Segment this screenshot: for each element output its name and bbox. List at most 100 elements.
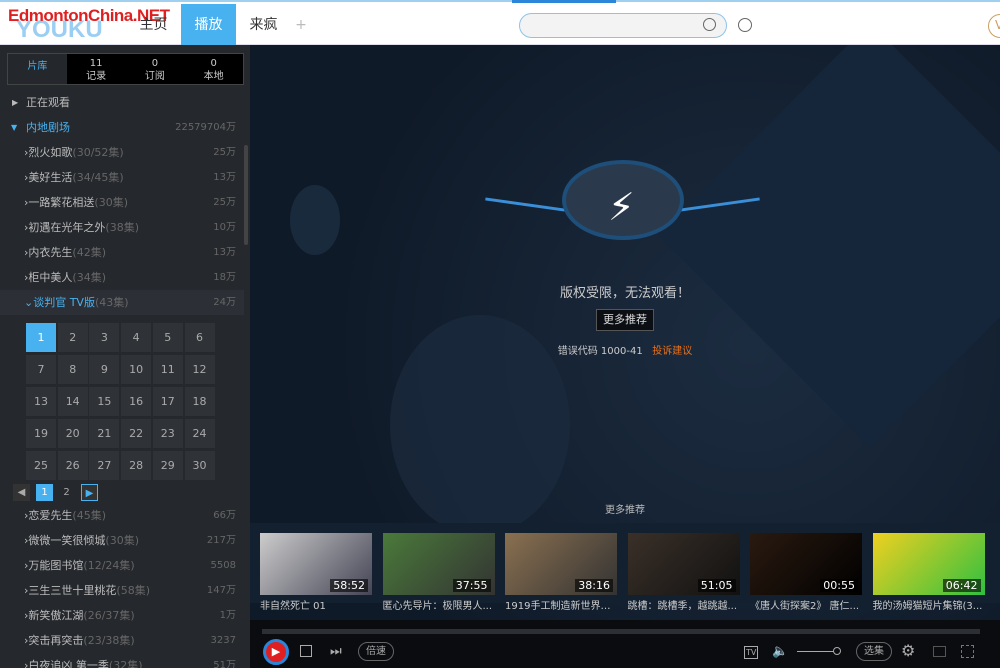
show-item[interactable]: ›三生三世十里桃花(58集) 147万 xyxy=(0,578,244,603)
show-views: 18万 xyxy=(213,272,236,283)
rec-thumbnail[interactable]: 58:52 xyxy=(260,533,372,595)
episode-button[interactable]: 18 xyxy=(184,387,215,416)
stop-icon[interactable] xyxy=(300,645,312,657)
show-item[interactable]: ›突击再突击(23/38集) 3237 xyxy=(0,628,244,653)
rec-title[interactable]: 1919手工制造新世界（... xyxy=(505,597,617,612)
show-item[interactable]: ›柜中美人(34集) 18万 xyxy=(0,265,244,290)
episode-button[interactable]: 10 xyxy=(121,355,152,384)
nav-play[interactable]: 播放 xyxy=(181,4,236,46)
rec-thumbnail[interactable]: 38:16 xyxy=(505,533,617,595)
settings-gear-icon[interactable]: ⚙ xyxy=(901,641,915,660)
rec-thumbnail[interactable]: 00:55 xyxy=(750,533,862,595)
show-item[interactable]: ›美好生活(34/45集) 13万 xyxy=(0,165,244,190)
volume-icon[interactable]: 🔈 xyxy=(772,644,788,659)
rec-item[interactable]: 58:52 非自然死亡 01 xyxy=(260,533,372,612)
nav-laifeng[interactable]: 来疯 xyxy=(236,4,291,46)
episode-button[interactable]: 30 xyxy=(184,451,215,480)
episode-button[interactable]: 2 xyxy=(57,323,88,352)
mini-window-icon[interactable] xyxy=(933,646,946,657)
episode-button[interactable]: 12 xyxy=(184,355,215,384)
episode-button[interactable]: 8 xyxy=(57,355,88,384)
episode-button[interactable]: 22 xyxy=(121,419,152,448)
episode-button[interactable]: 16 xyxy=(121,387,152,416)
show-item[interactable]: ›内衣先生(42集) 13万 xyxy=(0,240,244,265)
volume-knob[interactable] xyxy=(833,647,841,655)
show-item[interactable]: ›新笑傲江湖(26/37集) 1万 xyxy=(0,603,244,628)
episode-button[interactable]: 15 xyxy=(89,387,120,416)
episode-button[interactable]: 3 xyxy=(89,323,120,352)
prev-page-button[interactable]: ◀ xyxy=(13,484,30,501)
rec-thumbnail[interactable]: 37:55 xyxy=(382,533,495,595)
tree-watching[interactable]: ▶ 正在观看 xyxy=(0,90,244,115)
episode-button[interactable]: 19 xyxy=(26,419,56,448)
rec-title[interactable]: 匿心先导片：极限男人... xyxy=(383,597,495,612)
show-item[interactable]: ›白夜追凶 第一季(32集) 51万 xyxy=(0,653,244,668)
tv-cast-icon[interactable]: TV xyxy=(744,646,759,659)
next-page-button[interactable]: ▶ xyxy=(81,484,98,501)
episode-button[interactable]: 6 xyxy=(184,323,215,352)
episode-button[interactable]: 7 xyxy=(26,355,56,384)
tab-history[interactable]: 11 记录 xyxy=(67,54,126,84)
rec-thumbnail[interactable]: 06:42 xyxy=(872,533,985,595)
show-name: 烈火如歌 xyxy=(28,146,73,159)
episode-button[interactable]: 4 xyxy=(121,323,152,352)
rec-title[interactable]: 跳槽：跳槽季，越跳越... xyxy=(628,597,740,612)
video-player[interactable]: ⚡ 版权受限，无法观看！ 更多推荐 错误代码 1000-41 投诉建议 更多推荐… xyxy=(250,45,1000,668)
volume-slider[interactable] xyxy=(797,651,837,652)
show-item[interactable]: ›恋爱先生(45集) 66万 xyxy=(0,503,244,528)
show-item-selected[interactable]: ⌄谈判官 TV版(43集) 24万 xyxy=(0,290,244,315)
episode-button[interactable]: 9 xyxy=(89,355,120,384)
next-icon[interactable]: ⏭ xyxy=(330,644,342,659)
report-link[interactable]: 投诉建议 xyxy=(652,346,692,357)
rec-item[interactable]: 37:55 匿心先导片：极限男人... xyxy=(382,533,495,612)
episode-button[interactable]: 13 xyxy=(26,387,56,416)
episode-button[interactable]: 21 xyxy=(89,419,120,448)
more-recommend-button[interactable]: 更多推荐 xyxy=(596,309,654,331)
fullscreen-icon[interactable] xyxy=(961,645,974,658)
search-input[interactable] xyxy=(519,13,727,38)
play-button[interactable]: ▶ xyxy=(263,639,289,665)
add-tab-button[interactable]: + xyxy=(291,4,311,46)
show-item[interactable]: ›烈火如歌(30/52集) 25万 xyxy=(0,140,244,165)
progress-bar[interactable] xyxy=(262,629,980,634)
episode-button[interactable]: 24 xyxy=(184,419,215,448)
search-icon[interactable] xyxy=(703,18,716,31)
show-title: ⌄谈判官 TV版(43集) xyxy=(24,296,129,309)
rec-item[interactable]: 00:55 《唐人街探案2》 唐仁... xyxy=(750,533,862,612)
rec-thumbnail[interactable]: 51:05 xyxy=(627,533,740,595)
rec-title[interactable]: 非自然死亡 01 xyxy=(260,597,372,612)
episode-button[interactable]: 28 xyxy=(121,451,152,480)
tree-category[interactable]: ▼ 内地剧场 22579704万 xyxy=(0,115,244,140)
nav-home[interactable]: 主页 xyxy=(126,4,181,46)
episode-button[interactable]: 26 xyxy=(57,451,88,480)
episode-button[interactable]: 25 xyxy=(26,451,56,480)
episode-button[interactable]: 23 xyxy=(152,419,183,448)
episode-button[interactable]: 20 xyxy=(57,419,88,448)
show-item[interactable]: ›一路繁花相送(30集) 25万 xyxy=(0,190,244,215)
rec-title[interactable]: 《唐人街探案2》 唐仁... xyxy=(750,597,862,612)
page-2[interactable]: 2 xyxy=(58,484,75,501)
episode-button[interactable]: 11 xyxy=(152,355,183,384)
episode-button[interactable]: 27 xyxy=(89,451,120,480)
episode-button[interactable]: 17 xyxy=(152,387,183,416)
rec-item[interactable]: 06:42 我的汤姆猫短片集锦(3... xyxy=(872,533,985,612)
rec-item[interactable]: 51:05 跳槽：跳槽季，越跳越... xyxy=(627,533,740,612)
episode-button[interactable]: 29 xyxy=(152,451,183,480)
episode-button[interactable]: 1 xyxy=(26,323,56,352)
history-clock-icon[interactable] xyxy=(738,18,752,32)
rec-item[interactable]: 38:16 1919手工制造新世界（... xyxy=(505,533,617,612)
page-1[interactable]: 1 xyxy=(36,484,53,501)
vip-icon[interactable]: V xyxy=(988,14,1000,38)
sidebar-scrollbar[interactable] xyxy=(244,145,248,245)
show-item[interactable]: ›万能图书馆(12/24集) 5508 xyxy=(0,553,244,578)
show-item[interactable]: ›初遇在光年之外(38集) 10万 xyxy=(0,215,244,240)
tab-library[interactable]: 片库 xyxy=(8,54,67,84)
rec-title[interactable]: 我的汤姆猫短片集锦(3... xyxy=(873,597,985,612)
episode-button[interactable]: 5 xyxy=(152,323,183,352)
tab-local[interactable]: 0 本地 xyxy=(184,54,243,84)
speed-button[interactable]: 倍速 xyxy=(358,642,394,661)
show-item[interactable]: ›微微一笑很倾城(30集) 217万 xyxy=(0,528,244,553)
episode-button[interactable]: 14 xyxy=(57,387,88,416)
episodes-button[interactable]: 选集 xyxy=(856,642,892,661)
tab-subscriptions[interactable]: 0 订阅 xyxy=(126,54,185,84)
